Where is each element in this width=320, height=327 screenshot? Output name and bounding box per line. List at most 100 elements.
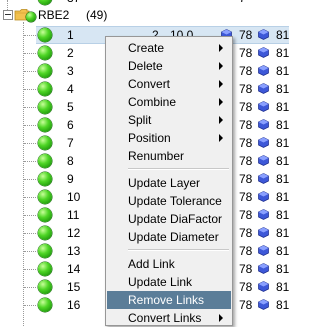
status-ball-icon xyxy=(38,244,52,258)
cube-icon xyxy=(258,263,269,274)
menu-item-label: Position xyxy=(128,131,171,145)
row-value-a: 78 xyxy=(239,262,253,276)
menu-item-convert-links[interactable]: Convert Links xyxy=(107,309,231,327)
tree-connector xyxy=(24,161,36,162)
submenu-arrow-icon xyxy=(219,80,223,88)
row-name: 1 xyxy=(67,28,74,42)
menu-separator xyxy=(128,168,229,170)
submenu-arrow-icon xyxy=(219,44,223,52)
menu-item-update-layer[interactable]: Update Layer xyxy=(107,174,231,192)
row-name: 10 xyxy=(67,190,81,204)
row-value-a: 78 xyxy=(239,190,253,204)
row-value-a: 78 xyxy=(239,28,253,42)
group-count: (49) xyxy=(86,8,108,22)
row-name: 8 xyxy=(67,154,74,168)
group-name[interactable]: RBE2 xyxy=(38,8,69,22)
row-value-b: 81 xyxy=(276,226,290,240)
row-name: 11 xyxy=(67,208,80,222)
cube-icon xyxy=(258,281,269,292)
menu-item-label: Remove Links xyxy=(128,293,205,307)
submenu-arrow-icon xyxy=(219,116,223,124)
row-name: 12 xyxy=(67,226,81,240)
row-value-a: 78 xyxy=(239,82,253,96)
row-value-a: 78 xyxy=(239,298,253,312)
row-value-b: 81 xyxy=(276,136,290,150)
menu-item-label: Update Tolerance xyxy=(128,194,222,208)
status-ball-icon xyxy=(38,154,52,168)
row-name: 14 xyxy=(67,262,81,276)
row-value-a: 78 xyxy=(239,100,253,114)
tree-view[interactable]: 37 7 RBE2 (49) 1210.07881278813788147881… xyxy=(0,0,289,326)
tree-connector xyxy=(24,197,36,198)
status-ball-icon xyxy=(38,208,52,222)
menu-item-renumber[interactable]: Renumber xyxy=(107,147,231,165)
menu-item-delete[interactable]: Delete xyxy=(107,57,231,75)
status-ball-icon xyxy=(38,46,52,60)
tree-connector xyxy=(7,0,8,10)
status-ball-icon xyxy=(38,28,52,42)
row-value-b: 81 xyxy=(276,172,290,186)
menu-item-split[interactable]: Split xyxy=(107,111,231,129)
status-ball-icon xyxy=(38,190,52,204)
menu-item-update-diafactor[interactable]: Update DiaFactor xyxy=(107,210,231,228)
row-value-a: 78 xyxy=(239,136,253,150)
menu-item-create[interactable]: Create xyxy=(107,39,231,57)
status-ball-icon xyxy=(38,82,52,96)
status-ball-icon xyxy=(38,100,52,114)
menu-item-update-link[interactable]: Update Link xyxy=(107,273,231,291)
cube-icon xyxy=(258,119,269,130)
tree-connector xyxy=(24,71,36,72)
menu-item-position[interactable]: Position xyxy=(107,129,231,147)
tree-connector xyxy=(24,287,36,288)
menu-item-label: Create xyxy=(128,41,165,55)
row-name: 4 xyxy=(67,82,74,96)
cube-icon xyxy=(258,209,269,220)
collapse-toggle-icon[interactable] xyxy=(3,10,13,20)
tree-connector xyxy=(24,53,36,54)
row-value-a: 78 xyxy=(239,208,253,222)
cube-icon xyxy=(258,191,269,202)
row-value-b: 81 xyxy=(276,244,290,258)
row-name: 9 xyxy=(67,172,74,186)
menu-item-combine[interactable]: Combine xyxy=(107,93,231,111)
row-value-b: 81 xyxy=(276,118,290,132)
row-name: 15 xyxy=(67,280,81,294)
tree-connector xyxy=(24,215,36,216)
menu-item-label: Renumber xyxy=(128,149,185,163)
cube-icon xyxy=(258,65,269,76)
menu-item-label: Convert Links xyxy=(128,311,202,325)
submenu-arrow-icon xyxy=(219,314,223,322)
menu-item-update-tolerance[interactable]: Update Tolerance xyxy=(107,192,231,210)
tree-connector xyxy=(24,251,36,252)
submenu-arrow-icon xyxy=(219,62,223,70)
cube-icon xyxy=(258,227,269,238)
menu-item-label: Update Link xyxy=(128,275,193,289)
cube-icon xyxy=(258,155,269,166)
row-value-b: 81 xyxy=(276,82,290,96)
menu-item-label: Add Link xyxy=(128,257,175,271)
row-value-a: 78 xyxy=(239,172,253,186)
cube-icon xyxy=(258,173,269,184)
row-name: 5 xyxy=(67,100,74,114)
menu-item-convert[interactable]: Convert xyxy=(107,75,231,93)
row-value-a: 78 xyxy=(239,280,253,294)
row-value-a: 78 xyxy=(239,64,253,78)
row-value-b: 81 xyxy=(276,46,290,60)
row-value-b: 81 xyxy=(276,208,290,222)
status-ball-icon xyxy=(38,172,52,186)
menu-item-label: Combine xyxy=(128,95,177,109)
cube-icon xyxy=(258,245,269,256)
row-value-b: 81 xyxy=(276,280,290,294)
status-ball-icon xyxy=(38,64,52,78)
menu-item-add-link[interactable]: Add Link xyxy=(107,255,231,273)
row-name: 3 xyxy=(67,64,74,78)
menu-item-label: Convert xyxy=(128,77,171,91)
row-value-b: 81 xyxy=(276,298,290,312)
row-name: 16 xyxy=(67,298,81,312)
tree-connector xyxy=(24,269,36,270)
menu-item-remove-links[interactable]: Remove Links xyxy=(107,291,231,309)
menu-separator xyxy=(128,249,229,251)
row-value-a: 7 xyxy=(239,0,246,5)
menu-item-update-diameter[interactable]: Update Diameter xyxy=(107,228,231,246)
tree-row-partial[interactable]: 37 7 xyxy=(0,0,289,7)
